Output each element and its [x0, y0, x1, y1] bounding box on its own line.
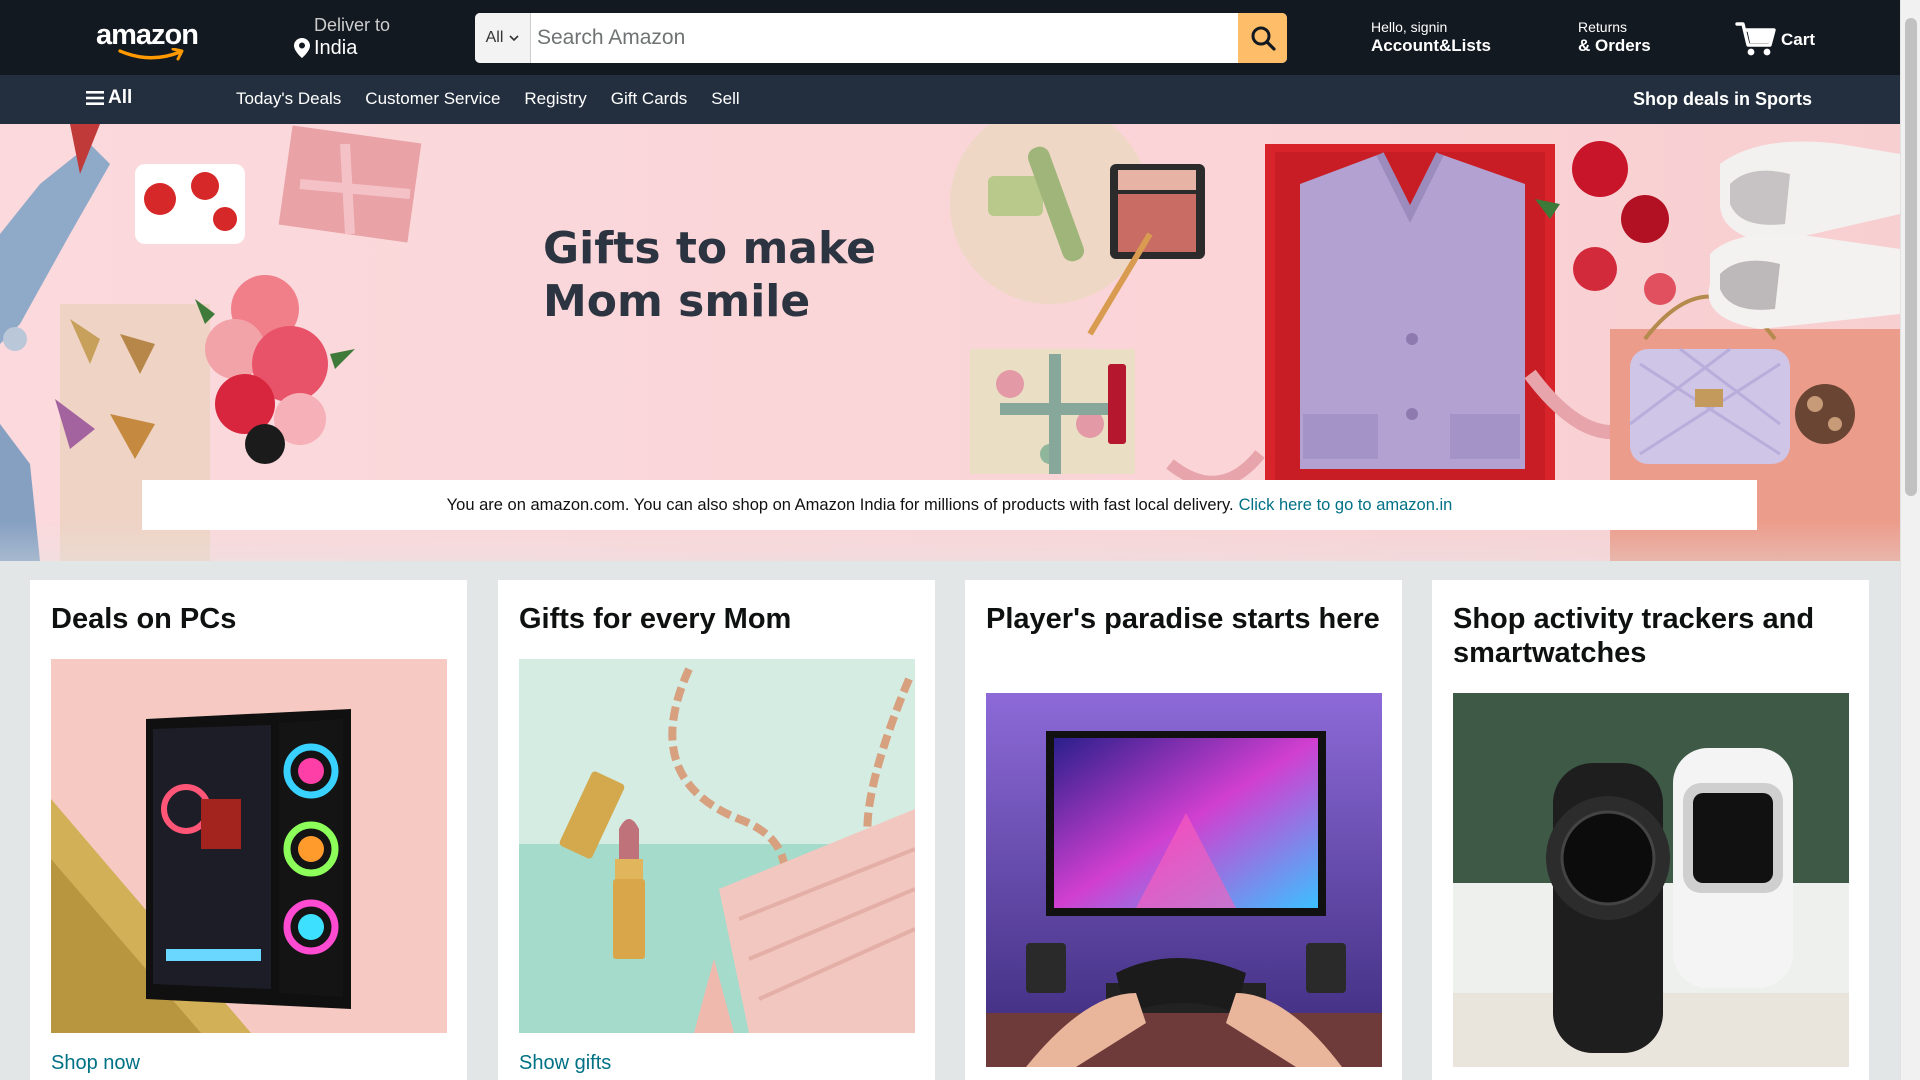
search-category-select[interactable]: All	[475, 13, 531, 63]
card-link-show-gifts[interactable]: Show gifts	[519, 1052, 611, 1075]
card-title: Player's paradise starts here	[986, 603, 1380, 635]
chevron-down-icon	[509, 34, 519, 41]
deliver-location-text: India	[314, 37, 358, 59]
subnav-links: Today's Deals Customer Service Registry …	[236, 89, 740, 109]
lipstick-purse-image[interactable]	[519, 659, 915, 1033]
all-menu-button[interactable]: All	[86, 87, 132, 109]
card-title: Deals on PCs	[51, 603, 237, 635]
card-link-shop-now[interactable]: Shop now	[51, 1052, 140, 1075]
search-input[interactable]	[531, 13, 1238, 63]
orders-label: & Orders	[1578, 36, 1651, 55]
cart-label: Cart	[1781, 30, 1816, 49]
deliver-label: Deliver to	[314, 15, 391, 35]
subnav-link-registry[interactable]: Registry	[524, 89, 586, 109]
subnav-link-todays-deals[interactable]: Today's Deals	[236, 89, 341, 109]
search-bar: All	[475, 13, 1287, 63]
subnav-link-customer-service[interactable]: Customer Service	[365, 89, 500, 109]
hero-title: Gifts to make Mom smile	[543, 222, 903, 328]
account-label: Account&Lists	[1371, 36, 1491, 55]
card-gifts-for-mom: Gifts for every Mom Show gifts	[498, 580, 935, 1080]
card-title: Gifts for every Mom	[519, 603, 792, 635]
subnav-link-sell[interactable]: Sell	[711, 89, 739, 109]
returns-orders[interactable]: Returns & Orders	[1578, 19, 1651, 56]
card-deals-on-pcs: Deals on PCs Shop now	[30, 580, 467, 1080]
card-players-paradise: Player's paradise starts here	[965, 580, 1402, 1080]
cart-button[interactable]: Cart	[1735, 16, 1815, 58]
search-category-label: All	[485, 29, 504, 46]
logo-text: amazon	[96, 19, 199, 51]
card-activity-trackers: Shop activity trackers and smartwatches	[1432, 580, 1869, 1080]
gaming-monitor-image[interactable]	[986, 693, 1382, 1067]
smile-arrow-icon	[118, 48, 184, 61]
returns-label: Returns	[1578, 19, 1628, 35]
top-nav: amazon Deliver to India All Search Amazo…	[0, 0, 1900, 75]
search-button[interactable]	[1238, 13, 1287, 63]
region-notice: You are on amazon.com. You can also shop…	[142, 480, 1757, 530]
sub-nav: All Today's Deals Customer Service Regis…	[0, 75, 1900, 124]
deliver-location: India	[294, 36, 414, 60]
location-pin-icon	[294, 38, 310, 58]
all-menu-label: All	[108, 87, 133, 108]
gaming-pc-image[interactable]	[51, 659, 447, 1033]
hamburger-icon	[86, 91, 104, 105]
cart-icon	[1735, 22, 1776, 56]
subnav-promo-link[interactable]: Shop deals in Sports	[1633, 89, 1812, 110]
account-greeting: Hello, signin	[1371, 19, 1448, 35]
card-title: Shop activity trackers and smartwatches	[1453, 603, 1815, 669]
account-lists[interactable]: Hello, signin Account&Lists	[1371, 19, 1491, 56]
region-notice-text: You are on amazon.com. You can also shop…	[446, 495, 1234, 514]
smartwatches-image[interactable]	[1453, 693, 1849, 1067]
region-notice-link[interactable]: Click here to go to amazon.in	[1239, 496, 1453, 515]
hero-title-line2: Mom smile	[543, 276, 811, 327]
amazon-logo[interactable]: amazon	[96, 19, 200, 61]
scrollbar-thumb[interactable]	[1905, 18, 1917, 496]
deliver-to[interactable]: Deliver to India	[294, 14, 414, 60]
subnav-link-gift-cards[interactable]: Gift Cards	[611, 89, 688, 109]
hero-banner[interactable]: Gifts to make Mom smile You are on amazo…	[0, 124, 1900, 561]
search-icon	[1251, 26, 1276, 51]
hero-title-line1: Gifts to make	[543, 223, 876, 274]
page-scrollbar[interactable]	[1900, 0, 1920, 1080]
